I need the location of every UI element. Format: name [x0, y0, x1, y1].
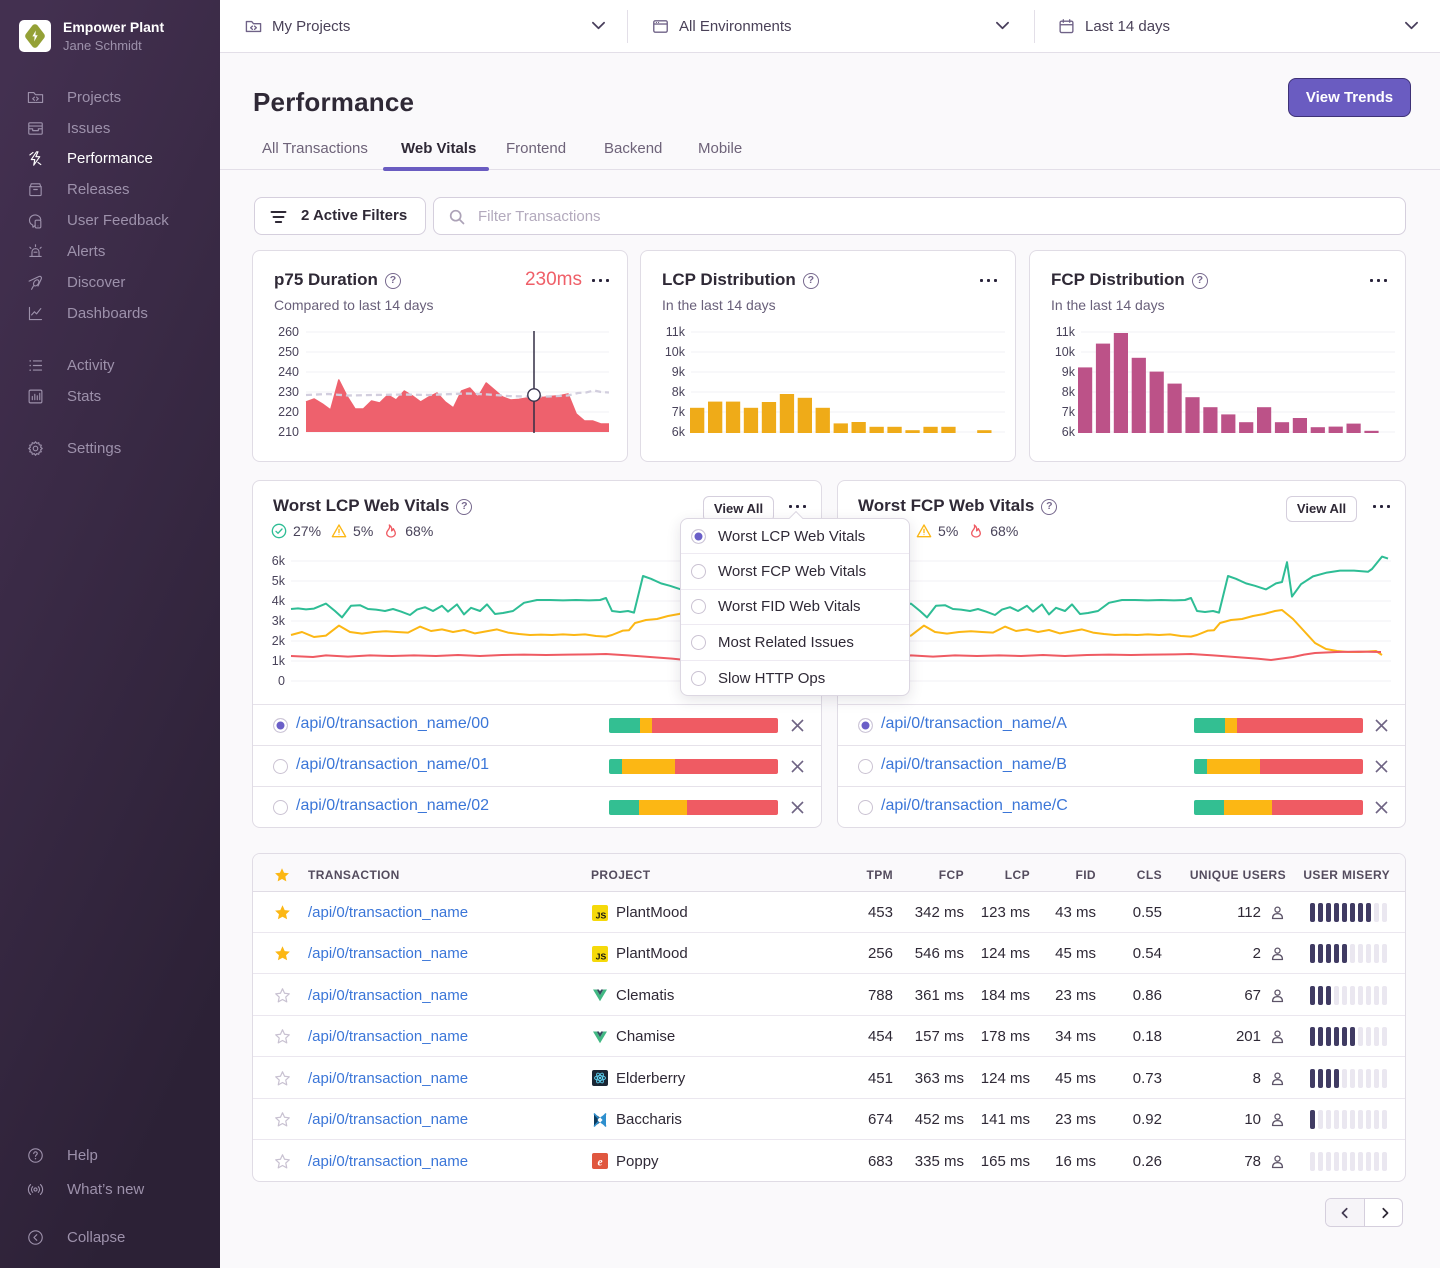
svg-text:9k: 9k: [1062, 365, 1076, 379]
svg-text:5k: 5k: [272, 574, 286, 588]
svg-text:210: 210: [278, 425, 299, 439]
svg-text:8k: 8k: [1062, 385, 1076, 399]
svg-text:9k: 9k: [672, 365, 686, 379]
svg-text:10k: 10k: [665, 345, 686, 359]
svg-text:JS: JS: [596, 951, 607, 961]
svg-text:11k: 11k: [1056, 325, 1076, 339]
svg-text:7k: 7k: [672, 405, 686, 419]
svg-text:6k: 6k: [272, 554, 286, 568]
svg-text:6k: 6k: [1062, 425, 1076, 439]
svg-text:3k: 3k: [272, 614, 286, 628]
svg-text:e: e: [597, 1156, 602, 1168]
svg-text:1k: 1k: [272, 654, 286, 668]
svg-text:250: 250: [278, 345, 299, 359]
svg-text:4k: 4k: [272, 594, 286, 608]
svg-text:7k: 7k: [1062, 405, 1076, 419]
svg-text:220: 220: [278, 405, 299, 419]
svg-text:2k: 2k: [272, 634, 286, 648]
svg-text:0: 0: [278, 674, 285, 688]
svg-text:230: 230: [278, 385, 299, 399]
svg-text:8k: 8k: [672, 385, 686, 399]
svg-text:JS: JS: [596, 910, 607, 920]
svg-text:260: 260: [278, 325, 299, 339]
svg-text:11k: 11k: [666, 325, 686, 339]
svg-text:10k: 10k: [1055, 345, 1076, 359]
svg-text:6k: 6k: [672, 425, 686, 439]
svg-text:240: 240: [278, 365, 299, 379]
